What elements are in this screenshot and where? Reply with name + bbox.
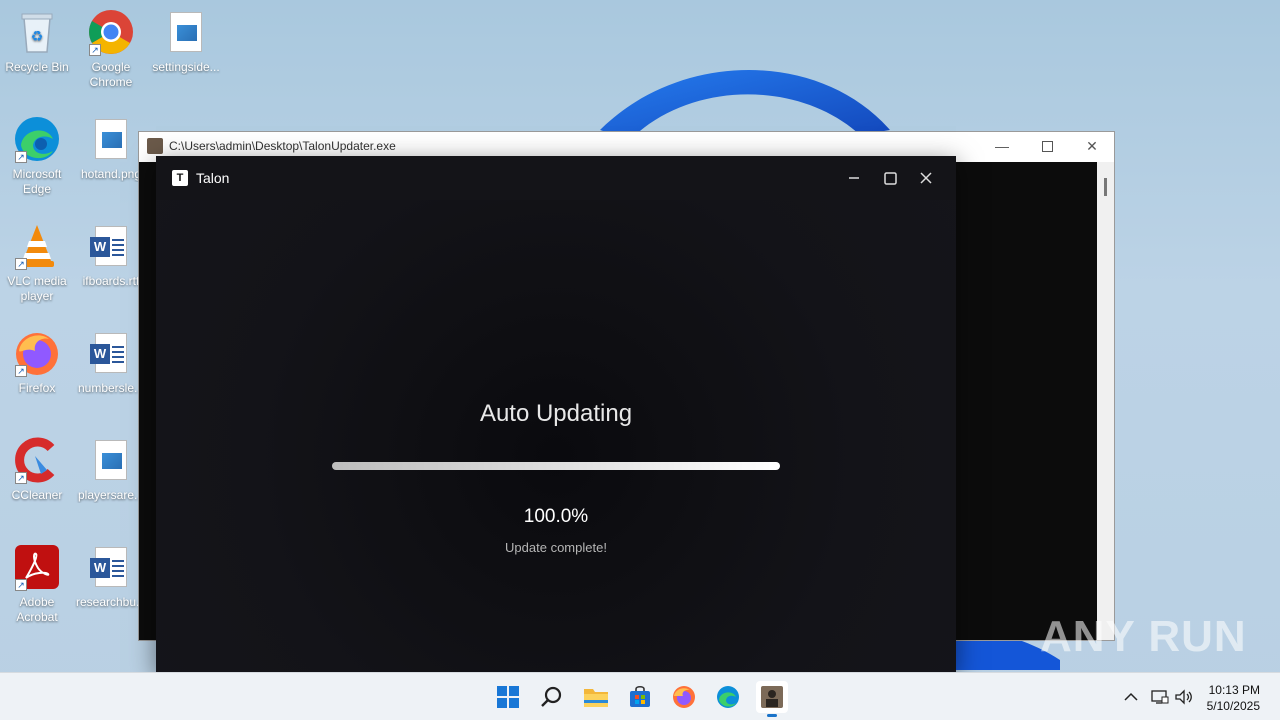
word-document-icon: W <box>87 543 135 591</box>
talon-maximize-button[interactable] <box>872 156 908 200</box>
taskbar-clock[interactable]: 10:13 PM 5/10/2025 <box>1207 682 1260 714</box>
shortcut-arrow-icon: ↗ <box>15 151 27 163</box>
image-file-icon <box>162 8 210 56</box>
talon-window[interactable]: T Talon Auto Updating 100.0% Update comp… <box>156 156 956 672</box>
desktop-icon-settingside[interactable]: settingside... <box>150 8 222 75</box>
firefox-icon <box>673 686 695 708</box>
chrome-icon: ↗ <box>87 8 135 56</box>
update-heading: Auto Updating <box>479 400 633 427</box>
console-maximize-button[interactable] <box>1024 132 1070 160</box>
windows-start-icon <box>497 686 519 708</box>
image-file-icon <box>87 436 135 484</box>
image-file-icon <box>87 115 135 163</box>
taskbar-edge[interactable] <box>712 681 744 713</box>
word-document-icon: W <box>87 222 135 270</box>
taskbar-firefox[interactable] <box>668 681 700 713</box>
taskbar-microsoft-store[interactable] <box>624 681 656 713</box>
desktop-icon-ccleaner[interactable]: ↗ CCleaner <box>1 436 73 503</box>
edge-icon <box>717 686 739 708</box>
desktop-icon-label: researchbu... <box>75 595 147 609</box>
tray-volume-button[interactable] <box>1175 673 1193 720</box>
console-close-button[interactable]: ✕ <box>1069 132 1115 160</box>
desktop-icon-label: ifboards.rtf <box>82 274 140 288</box>
clock-time: 10:13 PM <box>1208 683 1260 697</box>
close-icon <box>920 172 932 184</box>
desktop-icon-label: Firefox <box>18 381 56 395</box>
talon-minimize-button[interactable] <box>836 156 872 200</box>
desktop-icon-adobe-acrobat[interactable]: ↗ Adobe Acrobat <box>1 543 73 625</box>
acrobat-icon: ↗ <box>13 543 61 591</box>
desktop-icon-ifboards[interactable]: W ifboards.rtf <box>75 222 147 289</box>
scrollbar-thumb[interactable] <box>1104 178 1107 196</box>
console-scrollbar[interactable] <box>1097 162 1114 640</box>
shortcut-arrow-icon: ↗ <box>15 365 27 377</box>
console-minimize-button[interactable]: — <box>979 132 1025 160</box>
desktop-icon-microsoft-edge[interactable]: ↗ Microsoft Edge <box>1 115 73 197</box>
shortcut-arrow-icon: ↗ <box>15 472 27 484</box>
speaker-icon <box>1175 689 1192 705</box>
desktop-icon-label: Adobe Acrobat <box>16 595 58 624</box>
desktop-icon-label: playersare... <box>77 488 145 502</box>
tray-network-button[interactable] <box>1151 673 1169 720</box>
desktop-icon-hotand[interactable]: hotand.png <box>75 115 147 182</box>
shortcut-arrow-icon: ↗ <box>89 44 101 56</box>
maximize-icon <box>883 171 897 185</box>
tray-overflow-button[interactable] <box>1124 673 1138 720</box>
svg-text:♻: ♻ <box>31 28 44 44</box>
edge-icon: ↗ <box>13 115 61 163</box>
firefox-icon: ↗ <box>13 329 61 377</box>
desktop-icon-label: settingside... <box>152 60 220 74</box>
progress-fill <box>332 462 780 470</box>
desktop-icon-vlc[interactable]: ↗ VLC media player <box>1 222 73 304</box>
store-icon <box>630 685 650 707</box>
desktop-icon-playersare[interactable]: playersare... <box>75 436 147 503</box>
talon-updater-icon <box>761 686 783 708</box>
chevron-up-icon <box>1124 692 1138 701</box>
watermark-text: ANY RUN <box>1040 612 1247 661</box>
desktop-icon-label: CCleaner <box>11 488 63 502</box>
desktop-icon-label: VLC media player <box>7 274 67 303</box>
word-document-icon: W <box>87 329 135 377</box>
anyrun-watermark: ANY RUN <box>1040 612 1247 662</box>
talon-logo-icon: T <box>172 170 188 186</box>
search-icon <box>541 686 562 707</box>
desktop-icon-label: Microsoft Edge <box>12 167 62 196</box>
desktop-icon-label: Recycle Bin <box>5 60 69 74</box>
desktop-icon-firefox[interactable]: ↗ Firefox <box>1 329 73 396</box>
maximize-icon <box>1041 140 1053 152</box>
progress-percent: 100.0% <box>523 506 589 527</box>
update-progress-bar <box>332 462 780 470</box>
taskbar-file-explorer[interactable] <box>580 681 612 713</box>
desktop-icon-researchbu[interactable]: W researchbu... <box>75 543 147 610</box>
desktop-icon-numbersle[interactable]: W numbersle... <box>75 329 147 396</box>
desktop-icon-label: numbersle... <box>77 381 145 395</box>
console-title: C:\Users\admin\Desktop\TalonUpdater.exe <box>169 139 396 153</box>
update-status: Update complete! <box>505 540 607 555</box>
shortcut-arrow-icon: ↗ <box>15 258 27 270</box>
taskbar: 10:13 PM 5/10/2025 <box>0 672 1280 720</box>
talon-close-button[interactable] <box>908 156 944 200</box>
desktop-icon-recycle-bin[interactable]: ♻ Recycle Bin <box>1 8 73 75</box>
talon-title: Talon <box>196 170 230 186</box>
desktop-icon-label: hotand.png <box>80 167 142 181</box>
folder-icon <box>584 689 608 707</box>
taskbar-talon-updater[interactable] <box>756 681 788 717</box>
taskbar-search-button[interactable] <box>536 681 568 713</box>
shortcut-arrow-icon: ↗ <box>15 579 27 591</box>
minimize-icon <box>849 177 859 179</box>
ccleaner-icon: ↗ <box>13 436 61 484</box>
console-app-icon <box>147 138 163 154</box>
recycle-bin-icon: ♻ <box>13 8 61 56</box>
desktop-icon-google-chrome[interactable]: ↗ Google Chrome <box>75 8 147 90</box>
desktop-icon-label: Google Chrome <box>89 60 133 89</box>
clock-date: 5/10/2025 <box>1206 699 1260 713</box>
vlc-icon: ↗ <box>13 222 61 270</box>
network-icon <box>1151 690 1169 704</box>
start-button[interactable] <box>492 681 524 713</box>
